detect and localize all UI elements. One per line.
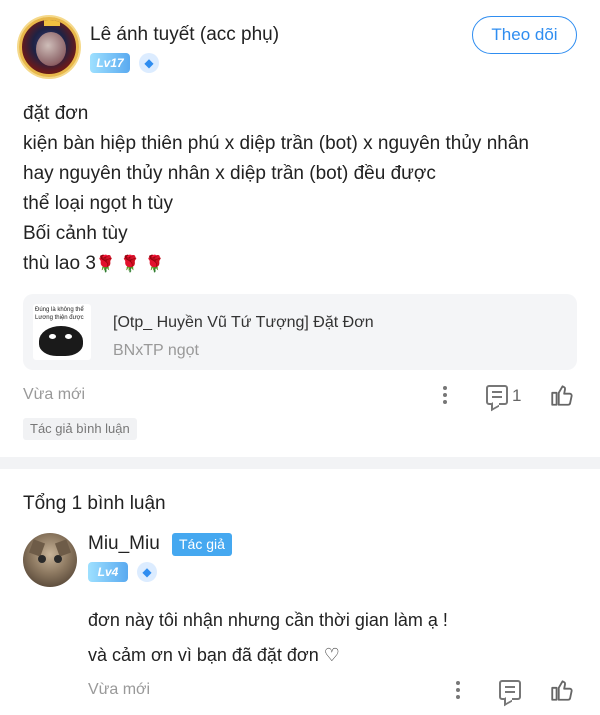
thumb-text: Lương thiện được xyxy=(35,315,84,321)
comment-text-line: và cảm ơn vì bạn đã đặt đơn ♡ xyxy=(88,645,340,665)
avatar-cat-eye xyxy=(38,555,46,563)
like-icon[interactable] xyxy=(549,382,575,408)
commenter-avatar[interactable] xyxy=(23,533,77,587)
avatar-face xyxy=(36,32,66,66)
comments-count-header: Tổng 1 bình luận xyxy=(23,493,166,514)
follow-button[interactable]: Theo dõi xyxy=(472,16,577,54)
post-body: đặt đơn kiện bàn hiệp thiên phú x diệp t… xyxy=(23,99,583,280)
post-body-line: hay nguyên thủy nhân x diệp trần (bot) đ… xyxy=(23,163,436,184)
level-badge: Lv17 xyxy=(90,53,130,73)
thumb-eye xyxy=(65,334,72,339)
post-body-line: Bối cảnh tùy xyxy=(23,223,128,244)
linked-post-card[interactable]: Đúng là không thể Lương thiện được [Otp_… xyxy=(23,294,577,370)
verify-icon: ◆ xyxy=(137,562,157,582)
avatar-crown-decoration xyxy=(44,20,60,26)
post-body-line: kiện bàn hiệp thiên phú x diệp trần (bot… xyxy=(23,133,529,154)
comment-count[interactable]: 1 xyxy=(512,386,521,406)
more-icon[interactable] xyxy=(441,383,449,407)
avatar-cat-eye xyxy=(54,555,62,563)
thumb-eye xyxy=(49,334,56,339)
post-time: Vừa mới xyxy=(23,386,86,403)
comment-time: Vừa mới xyxy=(88,681,151,698)
linked-post-thumbnail: Đúng là không thể Lương thiện được xyxy=(33,304,91,360)
thumb-meme-figure xyxy=(39,326,83,356)
author-name[interactable]: Lê ánh tuyết (acc phụ) xyxy=(90,24,279,46)
author-badge: Tác giả xyxy=(172,533,232,556)
post-body-line: đặt đơn xyxy=(23,103,89,124)
reply-icon[interactable] xyxy=(499,680,521,700)
more-icon[interactable] xyxy=(454,678,462,702)
linked-post-subtitle: BNxTP ngọt xyxy=(113,342,199,359)
thumb-text: Đúng là không thể xyxy=(35,307,84,313)
linked-post-title: [Otp_ Huyền Vũ Tứ Tượng] Đặt Đơn xyxy=(113,314,374,331)
author-avatar[interactable] xyxy=(19,17,79,77)
post-body-line-reward: thù lao 3🌹 🌹 🌹 xyxy=(23,249,583,280)
commenter-name[interactable]: Miu_Miu xyxy=(88,533,160,555)
verify-icon: ◆ xyxy=(139,53,159,73)
section-divider xyxy=(0,457,600,469)
comment-text-line: đơn này tôi nhận nhưng cần thời gian làm… xyxy=(88,610,448,630)
author-commented-tag: Tác giả bình luận xyxy=(23,418,137,440)
like-icon[interactable] xyxy=(549,677,575,703)
post-body-line: thể loại ngọt h tùy xyxy=(23,193,173,214)
avatar-cat-ear xyxy=(28,539,46,557)
comment-icon[interactable] xyxy=(486,385,508,405)
rose-emoji: 🌹 🌹 🌹 xyxy=(95,256,165,273)
comment-text: đơn này tôi nhận nhưng cần thời gian làm… xyxy=(88,603,448,673)
reward-text: thù lao 3 xyxy=(23,253,96,274)
commenter-level-badge: Lv4 xyxy=(88,562,128,582)
post: Lê ánh tuyết (acc phụ) Lv17 ◆ Theo dõi đ… xyxy=(0,0,600,455)
